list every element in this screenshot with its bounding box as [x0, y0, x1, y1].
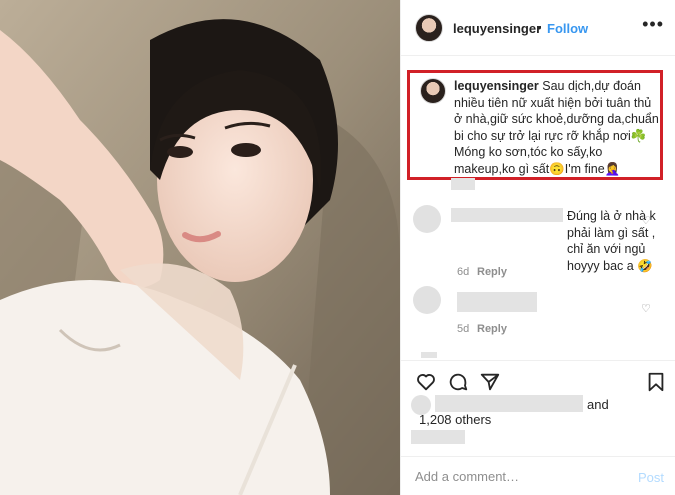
likes-and-label: and: [587, 397, 609, 412]
reply-button[interactable]: Reply: [477, 323, 507, 335]
comment-like-heart-icon[interactable]: ♡: [641, 214, 651, 227]
post-comment-button[interactable]: Post: [638, 470, 664, 485]
reply-button[interactable]: Reply: [477, 266, 507, 278]
caption-highlight-box: lequyensinger Sau dịch,dự đoán nhiều tiê…: [407, 70, 663, 180]
action-bar: [401, 360, 675, 400]
redacted-text: [421, 352, 437, 358]
caption-text: Sau dịch,dự đoán nhiều tiên nữ xuất hiện…: [454, 79, 659, 176]
caption-avatar[interactable]: [420, 78, 446, 104]
post-date-redacted: [411, 430, 465, 444]
caption: lequyensinger Sau dịch,dự đoán nhiều tiê…: [454, 78, 660, 177]
comment-content-redacted: [457, 292, 537, 312]
avatar[interactable]: [415, 14, 443, 42]
heart-icon[interactable]: [415, 371, 437, 393]
comment-age: 5d: [457, 323, 470, 335]
separator-dot: •: [537, 20, 542, 35]
comment-icon[interactable]: [447, 371, 469, 393]
liker-names-redacted[interactable]: [435, 395, 583, 412]
share-icon[interactable]: [479, 371, 501, 393]
header-username[interactable]: lequyensinger: [453, 21, 541, 36]
post-photo[interactable]: [0, 0, 400, 495]
comment-avatar[interactable]: [413, 205, 441, 233]
comment-avatar[interactable]: [413, 286, 441, 314]
post-panel: lequyensinger • Follow ••• lequyensinger…: [400, 0, 675, 495]
caption-username[interactable]: lequyensinger: [454, 79, 539, 93]
post-header: lequyensinger • Follow •••: [401, 0, 675, 56]
redacted-text: [451, 178, 475, 190]
comment-like-heart-icon[interactable]: ♡: [641, 302, 651, 315]
portrait-image: [0, 0, 400, 495]
bookmark-icon[interactable]: [645, 371, 667, 393]
comment-username-redacted[interactable]: [451, 208, 563, 222]
comment-age: 6d: [457, 266, 470, 278]
more-horizontal-icon[interactable]: •••: [642, 14, 664, 35]
likes-others-link[interactable]: 1,208 others: [419, 412, 491, 427]
add-comment-input[interactable]: [415, 469, 615, 484]
add-comment-bar: Post: [401, 456, 675, 495]
follow-button[interactable]: Follow: [547, 21, 588, 36]
